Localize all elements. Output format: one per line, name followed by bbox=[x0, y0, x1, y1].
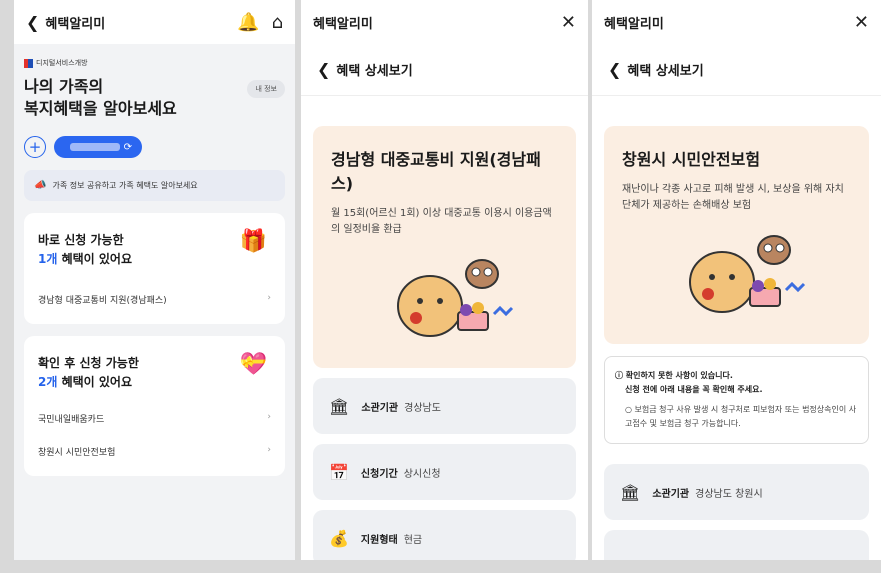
logo: 디지털서비스개방 bbox=[14, 44, 295, 72]
logo-text: 디지털서비스개방 bbox=[36, 59, 88, 67]
logo-mark bbox=[24, 58, 33, 68]
row-value: 경상남도 bbox=[404, 402, 441, 414]
hand-coin-icon: 💰 bbox=[329, 528, 349, 548]
mascot-illustration bbox=[331, 246, 558, 346]
hero-line-2: 복지혜택을 알아보세요 bbox=[24, 99, 177, 118]
refresh-icon: ⟳ bbox=[123, 141, 132, 153]
app-title: 혜택알리미 bbox=[604, 16, 664, 32]
warning-subtitle: 신청 전에 아래 내용을 꼭 확인해 주세요. bbox=[625, 385, 763, 394]
heart-box-icon: 💝 bbox=[239, 352, 267, 377]
row-label: 신청기간 bbox=[360, 468, 398, 480]
benefit-summary: 경남형 대중교통비 지원(경남패스) 월 15회(어르신 1회) 이상 대중교통… bbox=[313, 126, 576, 368]
bell-icon[interactable]: 🔔 bbox=[237, 12, 259, 33]
card-title: 바로 신청 가능한 bbox=[38, 233, 124, 247]
benefit-description: 월 15회(어르신 1회) 이상 대중교통 이용시 이용금액의 일정비율 환급 bbox=[331, 208, 552, 235]
available-benefits-card: 바로 신청 가능한 1개 혜택이 있어요 🎁 경남형 대중교통비 지원(경남패스… bbox=[24, 213, 285, 324]
app-title: 혜택알리미 bbox=[45, 16, 106, 32]
benefit-count: 1개 bbox=[38, 252, 58, 266]
chevron-right-icon: › bbox=[267, 445, 271, 455]
row-value: 경상남도 창원시 bbox=[695, 488, 763, 500]
benefit-title: 창원시 시민안전보험 bbox=[622, 150, 761, 169]
detail-row-type: 💰 지원형태 현금 bbox=[313, 510, 576, 560]
calendar-icon: 📅 bbox=[329, 462, 349, 482]
top-bar: 혜택알리미 ✕ bbox=[592, 0, 881, 44]
info-icon: ⓘ bbox=[615, 371, 626, 380]
check-benefits-card: 확인 후 신청 가능한 2개 혜택이 있어요 💝 국민내일배움카드 › 창원시 시… bbox=[24, 336, 285, 476]
row-value: 현금 bbox=[403, 534, 423, 546]
top-bar: 혜택알리미 ✕ bbox=[301, 0, 588, 44]
row-label: 지원형태 bbox=[360, 534, 398, 546]
detail-row-partial bbox=[604, 530, 869, 560]
building-icon: 🏛 bbox=[620, 482, 641, 502]
hero-line-1: 나의 가족의 bbox=[24, 77, 104, 96]
row-label: 소관기관 bbox=[652, 488, 690, 500]
back-icon[interactable]: ❮ bbox=[26, 13, 39, 32]
app-title: 혜택알리미 bbox=[313, 16, 373, 32]
blurred-name bbox=[69, 143, 120, 151]
home-icon[interactable]: ⌂ bbox=[272, 12, 283, 33]
benefit-count: 2개 bbox=[38, 375, 58, 389]
gift-icon: 🎁 bbox=[239, 229, 267, 254]
sub-title: 혜택 상세보기 bbox=[627, 64, 704, 79]
page-title: 나의 가족의 복지혜택을 알아보세요 bbox=[24, 76, 177, 120]
my-info-button[interactable]: 내 정보 bbox=[247, 80, 285, 98]
detail-row-agency: 🏛 소관기관 경상남도 창원시 bbox=[604, 464, 869, 520]
list-item-label: 국민내일배움카드 bbox=[38, 415, 105, 425]
benefit-description: 재난이나 각종 사고로 피해 발생 시, 보상을 위해 자치단체가 제공하는 손… bbox=[622, 184, 844, 211]
warning-notice: ⓘ 확인하지 못한 사항이 있습니다. 신청 전에 아래 내용을 꼭 확인해 주… bbox=[604, 356, 869, 444]
detail-row-agency: 🏛 소관기관 경상남도 bbox=[313, 378, 576, 434]
list-item-label: 경남형 대중교통비 지원(경남패스) bbox=[38, 296, 167, 306]
list-item[interactable]: 국민내일배움카드 › bbox=[38, 402, 271, 435]
top-bar: ❮ 혜택알리미 🔔 ⌂ bbox=[14, 0, 295, 44]
chevron-right-icon: › bbox=[267, 412, 271, 422]
card-subtitle: 혜택이 있어요 bbox=[57, 252, 132, 266]
list-item[interactable]: 경남형 대중교통비 지원(경남패스) › bbox=[38, 283, 271, 316]
sub-header: ❮ 혜택 상세보기 bbox=[301, 44, 588, 96]
close-icon[interactable]: ✕ bbox=[854, 12, 869, 33]
benefit-title: 경남형 대중교통비 지원(경남패스) bbox=[331, 150, 541, 193]
share-text: 가족 정보 공유하고 가족 혜택도 알아보세요 bbox=[52, 181, 198, 190]
detail-panel-gyeongnam-pass: 혜택알리미 ✕ ❮ 혜택 상세보기 경남형 대중교통비 지원(경남패스) 월 1… bbox=[301, 0, 588, 560]
megaphone-icon: 📣 bbox=[34, 180, 47, 191]
row-value: 상시신청 bbox=[403, 468, 441, 480]
row-label: 소관기관 bbox=[361, 402, 399, 414]
detail-row-period: 📅 신청기간 상시신청 bbox=[313, 444, 576, 500]
share-banner[interactable]: 📣 가족 정보 공유하고 가족 혜택도 알아보세요 bbox=[24, 170, 285, 201]
card-title: 확인 후 신청 가능한 bbox=[38, 356, 139, 370]
close-icon[interactable]: ✕ bbox=[561, 12, 576, 33]
warning-body: ○ 보험금 청구 사유 발생 시 청구처로 피보험자 또는 법정상속인이 사고접… bbox=[625, 405, 857, 428]
detail-panel-safety-insurance: 혜택알리미 ✕ ❮ 혜택 상세보기 창원시 시민안전보험 재난이나 각종 사고로… bbox=[592, 0, 881, 560]
card-subtitle: 혜택이 있어요 bbox=[57, 375, 132, 389]
add-family-button[interactable]: + bbox=[24, 136, 46, 158]
home-panel: ❮ 혜택알리미 🔔 ⌂ 디지털서비스개방 나의 가족의 복지혜택을 알아보세요 … bbox=[14, 0, 295, 560]
back-icon[interactable]: ❮ bbox=[608, 60, 621, 79]
mascot-illustration bbox=[622, 222, 851, 322]
warning-title: 확인하지 못한 사항이 있습니다. bbox=[625, 371, 733, 380]
sub-title: 혜택 상세보기 bbox=[336, 64, 413, 79]
list-item-label: 창원시 시민안전보험 bbox=[38, 448, 116, 458]
benefit-summary: 창원시 시민안전보험 재난이나 각종 사고로 피해 발생 시, 보상을 위해 자… bbox=[604, 126, 869, 344]
back-icon[interactable]: ❮ bbox=[317, 60, 330, 79]
chevron-right-icon: › bbox=[267, 293, 271, 303]
sub-header: ❮ 혜택 상세보기 bbox=[592, 44, 881, 96]
family-member-chip[interactable]: ⟳ bbox=[54, 136, 142, 158]
building-icon: 🏛 bbox=[329, 396, 350, 416]
list-item[interactable]: 창원시 시민안전보험 › bbox=[38, 435, 271, 468]
